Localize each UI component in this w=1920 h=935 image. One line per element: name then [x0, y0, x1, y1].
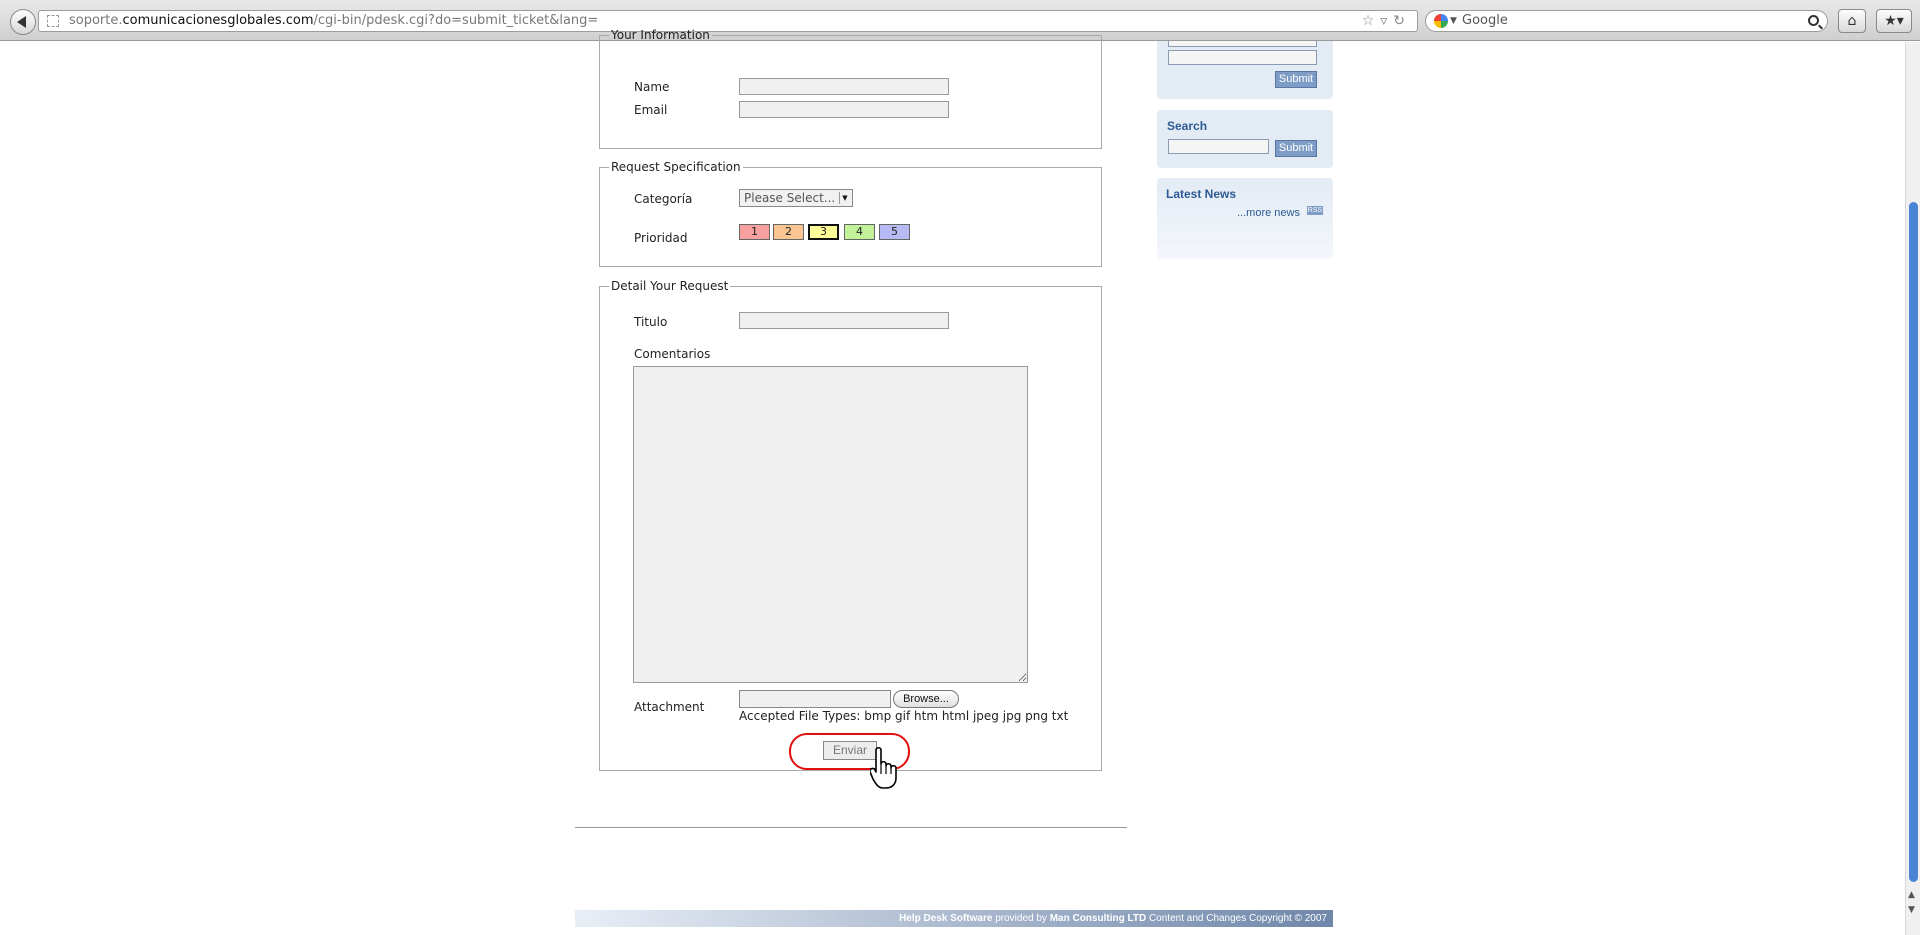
request-specification-fieldset: Request Specification — [599, 160, 1102, 267]
content-divider — [575, 827, 1127, 828]
category-label: Categoría — [634, 192, 693, 206]
name-label: Name — [634, 80, 670, 94]
category-selected-value: Please Select... — [744, 191, 836, 205]
attachment-file-field[interactable] — [739, 690, 891, 708]
sidebar-news-title: Latest News — [1166, 187, 1237, 201]
sidebar-submit-button[interactable]: Submit — [1275, 71, 1317, 88]
sidebar-search-title: Search — [1167, 119, 1208, 133]
back-arrow-icon[interactable] — [10, 9, 36, 35]
bookmark-star-icon[interactable]: ☆▿↻ — [1362, 11, 1411, 31]
footer-copyright: Content and Changes Copyright © 2007 — [1146, 913, 1327, 924]
priority-option-5[interactable]: 5 — [879, 224, 910, 240]
sidebar-login-field[interactable] — [1168, 41, 1317, 47]
title-input[interactable] — [739, 312, 949, 329]
search-icon[interactable] — [1808, 15, 1819, 26]
footer-provided-by: provided by — [992, 913, 1050, 924]
url-host: soporte. — [69, 13, 123, 28]
detail-request-legend: Detail Your Request — [611, 279, 729, 293]
bookmarks-menu-icon[interactable]: ★▾ — [1876, 9, 1912, 33]
chevron-down-icon: ▼ — [839, 192, 850, 204]
footer-bar: Help Desk Software provided by Man Consu… — [575, 910, 1333, 927]
priority-label: Prioridad — [634, 231, 688, 245]
sidebar-password-field[interactable] — [1168, 50, 1317, 65]
priority-option-3[interactable]: 3 — [808, 224, 839, 240]
rss-icon[interactable]: RSS — [1307, 206, 1323, 215]
priority-option-4[interactable]: 4 — [844, 224, 875, 240]
more-news-link[interactable]: ...more news — [1237, 207, 1300, 219]
google-logo-icon[interactable] — [1434, 14, 1448, 28]
email-input[interactable] — [739, 101, 949, 118]
accepted-file-types: Accepted File Types: bmp gif htm html jp… — [739, 709, 1069, 723]
home-icon[interactable]: ⌂ — [1838, 9, 1866, 33]
page-icon — [47, 15, 59, 27]
title-label: Titulo — [634, 315, 668, 329]
url-path: /cgi-bin/pdesk.cgi?do=submit_ticket&lang… — [313, 13, 599, 28]
footer-product-link[interactable]: Help Desk Software — [899, 913, 992, 924]
comments-textarea[interactable] — [633, 366, 1028, 683]
priority-option-2[interactable]: 2 — [773, 224, 804, 240]
email-label: Email — [634, 103, 668, 117]
chevron-down-icon[interactable]: ▼ — [1450, 11, 1457, 31]
scroll-up-icon[interactable]: ▲ — [1908, 890, 1915, 900]
search-engine-placeholder: Google — [1462, 13, 1508, 28]
scrollbar-thumb[interactable] — [1909, 202, 1918, 882]
sidebar-search-submit-button[interactable]: Submit — [1275, 140, 1317, 157]
name-input[interactable] — [739, 78, 949, 95]
comments-label: Comentarios — [634, 347, 711, 361]
submit-ticket-button[interactable]: Enviar — [823, 741, 877, 760]
search-engine-field[interactable]: ▼ Google — [1425, 10, 1828, 32]
sidebar-search-input[interactable] — [1168, 139, 1269, 154]
hand-cursor-icon — [870, 746, 897, 789]
category-select[interactable]: Please Select... ▼ — [739, 189, 853, 207]
attachment-label: Attachment — [634, 700, 705, 714]
footer-company-link[interactable]: Man Consulting LTD — [1050, 913, 1146, 924]
browse-button[interactable]: Browse... — [893, 690, 959, 708]
scroll-down-icon[interactable]: ▼ — [1908, 905, 1915, 915]
priority-option-1[interactable]: 1 — [739, 224, 770, 240]
url-domain: comunicacionesglobales.com — [122, 13, 314, 28]
your-information-legend: Your Information — [611, 28, 710, 42]
vertical-scrollbar[interactable]: ▲ ▼ — [1905, 42, 1920, 935]
request-specification-legend: Request Specification — [611, 160, 741, 174]
